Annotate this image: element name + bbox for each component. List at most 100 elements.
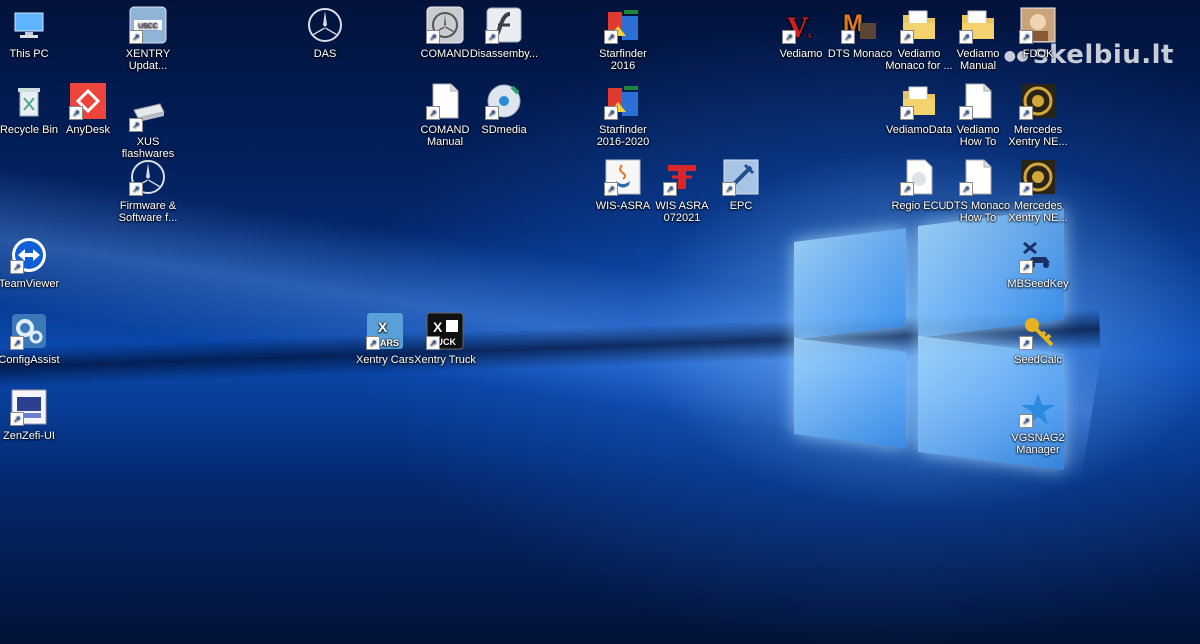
shortcut-arrow-icon: ↗: [900, 30, 914, 44]
xentry-badge-icon: ↗: [1019, 158, 1057, 196]
shortcut-arrow-icon: ↗: [129, 118, 143, 132]
icon-label: EPC: [729, 200, 753, 212]
desktop-icon-das[interactable]: DAS: [288, 6, 362, 60]
shortcut-arrow-icon: ↗: [129, 30, 143, 44]
desktop-icon-configassist[interactable]: ↗ ConfigAssist: [0, 312, 66, 366]
drive-icon: ↗: [129, 94, 167, 132]
icon-label: MBSeedKey: [1007, 278, 1069, 290]
shortcut-arrow-icon: ↗: [900, 182, 914, 196]
shortcut-arrow-icon: ↗: [1019, 106, 1033, 120]
document-icon: ↗: [959, 82, 997, 120]
shortcut-arrow-icon: ↗: [959, 30, 973, 44]
shortcut-arrow-icon: ↗: [10, 260, 24, 274]
desktop-icon-mbseedkey[interactable]: ↗ MBSeedKey: [1001, 236, 1075, 290]
shortcut-arrow-icon: ↗: [959, 182, 973, 196]
icon-label: Xentry Truck: [414, 354, 476, 366]
shortcut-arrow-icon: ↗: [426, 106, 440, 120]
shortcut-arrow-icon: ↗: [959, 106, 973, 120]
desktop-icon-fdok[interactable]: ↗ FDOK: [1001, 6, 1075, 60]
mercedes-star-icon: [306, 6, 344, 44]
desktop-icon-xentry-update[interactable]: USCC ↗ XENTRY Updat...: [111, 6, 185, 72]
desktop-icon-mercedes-xentry-ne-1[interactable]: ↗ Mercedes Xentry NE...: [1001, 82, 1075, 148]
icon-label: Firmware & Software f...: [118, 200, 178, 224]
shortcut-arrow-icon: ↗: [69, 106, 83, 120]
shortcut-arrow-icon: ↗: [485, 106, 499, 120]
starfinder-icon: ↗: [604, 6, 642, 44]
desktop-icon-xus-flashwares[interactable]: ↗ XUS flashwares: [111, 94, 185, 160]
folder-icon: ↗: [959, 6, 997, 44]
icon-label: Starfinder 2016: [599, 48, 647, 72]
svg-text:s: s: [808, 30, 812, 40]
svg-text:X: X: [433, 319, 443, 335]
icon-label: Starfinder 2016-2020: [596, 124, 650, 148]
document-icon: ↗: [959, 158, 997, 196]
xentry-cars-icon: X ARS ↗: [366, 312, 404, 350]
light-beam-shadow: [0, 309, 1101, 391]
shortcut-arrow-icon: ↗: [722, 182, 736, 196]
shortcut-arrow-icon: ↗: [900, 106, 914, 120]
desktop-icon-xentry-truck[interactable]: X RUCK ↗ Xentry Truck: [408, 312, 482, 366]
xentry-truck-icon: X RUCK ↗: [426, 312, 464, 350]
media-disc-icon: ↗: [485, 82, 523, 120]
icon-label: Mercedes Xentry NE...: [1008, 200, 1068, 224]
shortcut-arrow-icon: ↗: [426, 30, 440, 44]
computer-icon: [10, 6, 48, 44]
gears-icon: ↗: [10, 312, 48, 350]
car-tools-icon: ↗: [1019, 236, 1057, 274]
icon-label: VGSNAG2 Manager: [1011, 432, 1065, 456]
desktop-icon-seedcalc[interactable]: ↗ SeedCalc: [1001, 312, 1075, 366]
shortcut-arrow-icon: ↗: [604, 106, 618, 120]
fdok-icon: ↗: [1019, 6, 1057, 44]
desktop-icon-this-pc[interactable]: This PC: [0, 6, 66, 60]
icon-label: Mercedes Xentry NE...: [1008, 124, 1068, 148]
desktop-icon-zenzefi[interactable]: ↗ ZenZefi-UI: [0, 388, 66, 442]
shortcut-arrow-icon: ↗: [485, 30, 499, 44]
folder-icon: ↗: [900, 6, 938, 44]
desktop-icon-epc[interactable]: ↗ EPC: [704, 158, 778, 212]
shortcut-arrow-icon: ↗: [426, 336, 440, 350]
icon-label: FDOK: [1022, 48, 1054, 60]
icon-label: ConfigAssist: [0, 354, 60, 366]
recycle-bin-icon: [10, 82, 48, 120]
wis-asra-icon: ↗: [663, 158, 701, 196]
shortcut-arrow-icon: ↗: [604, 182, 618, 196]
epc-icon: ↗: [722, 158, 760, 196]
dts-monaco-icon: M ↗: [841, 6, 879, 44]
starfinder-icon: ↗: [604, 82, 642, 120]
shortcut-arrow-icon: ↗: [129, 182, 143, 196]
anydesk-icon: ↗: [69, 82, 107, 120]
shortcut-arrow-icon: ↗: [10, 336, 24, 350]
zenzefi-icon: ↗: [10, 388, 48, 426]
xentry-update-icon: USCC ↗: [129, 6, 167, 44]
icon-label: This PC: [9, 48, 49, 60]
svg-text:X: X: [378, 319, 388, 335]
star-icon: ↗: [1019, 390, 1057, 428]
icon-label: XUS flashwares: [121, 136, 175, 160]
desktop-icon-sdmedia[interactable]: ↗ SDmedia: [467, 82, 541, 136]
icon-label: Disassemby...: [469, 48, 539, 60]
desktop-icon-disassembly[interactable]: ↗ Disassemby...: [467, 6, 541, 60]
icon-label: SDmedia: [481, 124, 527, 136]
desktop-icon-firmware-software[interactable]: ↗ Firmware & Software f...: [111, 158, 185, 224]
desktop-icon-vgsnag2-manager[interactable]: ↗ VGSNAG2 Manager: [1001, 390, 1075, 456]
vediamo-icon: Vs ↗: [782, 6, 820, 44]
shortcut-arrow-icon: ↗: [366, 336, 380, 350]
shortcut-arrow-icon: ↗: [663, 182, 677, 196]
icon-label: XENTRY Updat...: [125, 48, 171, 72]
shortcut-arrow-icon: ↗: [1019, 30, 1033, 44]
icon-label: TeamViewer: [0, 278, 60, 290]
desktop-icon-mercedes-xentry-ne-2[interactable]: ↗ Mercedes Xentry NE...: [1001, 158, 1075, 224]
desktop-icon-teamviewer[interactable]: ↗ TeamViewer: [0, 236, 66, 290]
desktop-icon-starfinder-2016-2020[interactable]: ↗ Starfinder 2016-2020: [586, 82, 660, 148]
shortcut-arrow-icon: ↗: [1019, 260, 1033, 274]
xentry-badge-icon: ↗: [1019, 82, 1057, 120]
shortcut-arrow-icon: ↗: [604, 30, 618, 44]
svg-text:ARS: ARS: [380, 338, 399, 348]
key-icon: ↗: [1019, 312, 1057, 350]
shortcut-arrow-icon: ↗: [782, 30, 796, 44]
folder-icon: ↗: [900, 82, 938, 120]
icon-label: ZenZefi-UI: [3, 430, 55, 442]
desktop-icon-starfinder-2016[interactable]: ↗ Starfinder 2016: [586, 6, 660, 72]
teamviewer-icon: ↗: [10, 236, 48, 274]
document-icon: ↗: [900, 158, 938, 196]
